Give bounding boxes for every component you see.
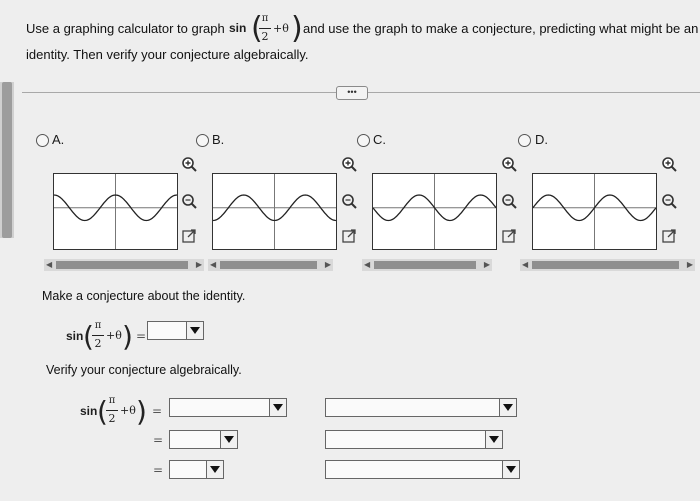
equals-sign: =	[153, 433, 164, 447]
pi-numerator: π	[261, 13, 269, 24]
question-text-prefix: Use a graphing calculator to graph	[26, 21, 225, 36]
dropdown-arrow-icon[interactable]	[269, 399, 286, 416]
scrollbar-thumb[interactable]	[532, 261, 679, 269]
zoom-out-icon[interactable]	[661, 193, 677, 209]
graph-svg	[54, 174, 177, 249]
option-radio-1[interactable]	[36, 134, 49, 147]
zoom-out-icon[interactable]	[501, 193, 517, 209]
conjecture-prompt: Make a conjecture about the identity.	[42, 289, 246, 303]
verify-expression: sin ( π 2 +θ ) =	[80, 392, 170, 428]
option-label-4: D.	[535, 132, 548, 147]
option-graph-1[interactable]	[53, 173, 178, 250]
left-scrollbar[interactable]	[0, 82, 14, 238]
more-button[interactable]: •••	[336, 86, 368, 100]
conjecture-expression: sin ( π 2 +θ ) =	[66, 318, 156, 354]
dropdown-arrow-icon[interactable]	[206, 461, 223, 478]
equals-sign: =	[153, 463, 164, 477]
scroll-right-icon[interactable]: ▶	[196, 259, 202, 271]
fraction-bar	[106, 410, 118, 411]
zoom-out-icon[interactable]	[181, 193, 197, 209]
scroll-left-icon[interactable]: ◀	[210, 259, 216, 271]
option-label-3: C.	[373, 132, 386, 147]
sin-label: sin	[80, 404, 98, 418]
scroll-right-icon[interactable]: ▶	[325, 259, 331, 271]
verify-step3-left-dropdown[interactable]	[169, 460, 224, 479]
denominator: 2	[94, 337, 102, 350]
verify-step1-right-dropdown[interactable]	[325, 398, 517, 417]
right-paren: )	[291, 11, 303, 46]
option-radio-3[interactable]	[357, 134, 370, 147]
option-graph-3[interactable]	[372, 173, 497, 250]
verify-step2-left-dropdown[interactable]	[169, 430, 238, 449]
plus-theta: +θ	[120, 404, 136, 417]
scrollbar-thumb[interactable]	[56, 261, 188, 269]
zoom-in-icon[interactable]	[181, 156, 197, 172]
plus-theta: +θ	[273, 22, 289, 35]
expand-icon[interactable]	[661, 228, 677, 244]
expand-icon[interactable]	[341, 228, 357, 244]
conjecture-dropdown[interactable]	[147, 321, 204, 340]
verify-step3-right-dropdown[interactable]	[325, 460, 520, 479]
scroll-right-icon[interactable]: ▶	[687, 259, 693, 271]
verify-step2-right-dropdown[interactable]	[325, 430, 503, 449]
option-graph-4[interactable]	[532, 173, 657, 250]
zoom-in-icon[interactable]	[661, 156, 677, 172]
question-text-suffix: and use the graph to make a conjecture, …	[303, 21, 699, 36]
graph-svg	[213, 174, 336, 249]
scroll-left-icon[interactable]: ◀	[522, 259, 528, 271]
zoom-in-icon[interactable]	[341, 156, 357, 172]
option-radio-4[interactable]	[518, 134, 531, 147]
question-text-line2: identity. Then verify your conjecture al…	[26, 47, 309, 62]
pi-numerator: π	[94, 320, 102, 331]
option-scrollbar-2[interactable]: ◀ ▶	[208, 259, 333, 271]
scrollbar-thumb[interactable]	[220, 261, 317, 269]
option-graph-2[interactable]	[212, 173, 337, 250]
zoom-in-icon[interactable]	[501, 156, 517, 172]
zoom-out-icon[interactable]	[341, 193, 357, 209]
dropdown-arrow-icon[interactable]	[220, 431, 237, 448]
verify-prompt: Verify your conjecture algebraically.	[46, 363, 242, 377]
right-paren: )	[122, 320, 133, 353]
denominator: 2	[261, 30, 269, 43]
graph-svg	[373, 174, 496, 249]
verify-step1-left-dropdown[interactable]	[169, 398, 287, 417]
graph-svg	[533, 174, 656, 249]
fraction-bar	[92, 335, 104, 336]
option-scrollbar-1[interactable]: ◀ ▶	[44, 259, 204, 271]
scroll-left-icon[interactable]: ◀	[46, 259, 52, 271]
denominator: 2	[108, 412, 116, 425]
expand-icon[interactable]	[501, 228, 517, 244]
dropdown-arrow-icon[interactable]	[186, 322, 203, 339]
option-scrollbar-3[interactable]: ◀ ▶	[362, 259, 492, 271]
dropdown-arrow-icon[interactable]	[485, 431, 502, 448]
pi-numerator: π	[108, 395, 116, 406]
fraction-bar	[259, 28, 271, 29]
scroll-left-icon[interactable]: ◀	[364, 259, 370, 271]
equals-sign: =	[152, 404, 163, 418]
option-scrollbar-4[interactable]: ◀ ▶	[520, 259, 695, 271]
dropdown-arrow-icon[interactable]	[502, 461, 519, 478]
scrollbar-thumb[interactable]	[374, 261, 476, 269]
sin-label: sin	[66, 329, 84, 343]
left-scrollbar-thumb[interactable]	[2, 82, 12, 238]
sin-label: sin	[229, 21, 247, 35]
plus-theta: +θ	[106, 329, 122, 342]
option-label-2: B.	[212, 132, 225, 147]
equals-sign: =	[136, 329, 147, 343]
option-label-1: A.	[52, 132, 65, 147]
scroll-right-icon[interactable]: ▶	[484, 259, 490, 271]
question-sin-expression: sin ( π 2 +θ )	[229, 11, 303, 47]
dropdown-arrow-icon[interactable]	[499, 399, 516, 416]
right-paren: )	[136, 395, 147, 428]
expand-icon[interactable]	[181, 228, 197, 244]
option-radio-2[interactable]	[196, 134, 209, 147]
